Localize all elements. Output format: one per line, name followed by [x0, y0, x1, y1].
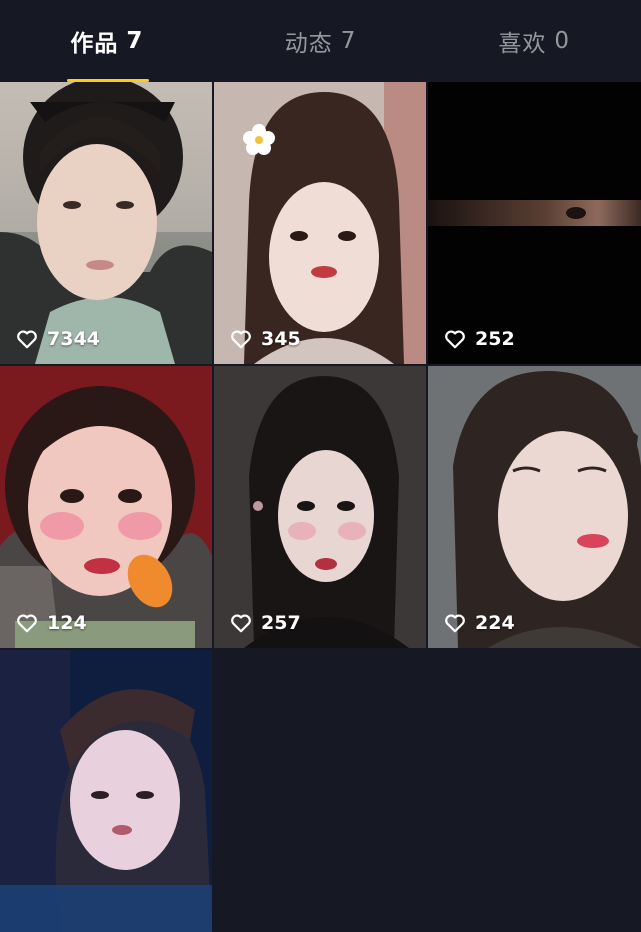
like-count-value: 224 — [475, 612, 515, 634]
tab-works-count: 7 — [126, 28, 144, 54]
video-thumbnail-image — [0, 82, 212, 364]
video-thumbnail[interactable]: 345 — [214, 82, 426, 364]
video-thumbnail[interactable]: 252 — [428, 82, 641, 364]
video-thumbnail[interactable]: 7344 — [0, 82, 212, 364]
heart-outline-icon — [445, 614, 465, 633]
like-count-value: 257 — [261, 612, 301, 634]
tab-moments-count: 7 — [340, 28, 357, 54]
video-thumbnail[interactable]: 124 — [0, 366, 212, 648]
profile-tabs: 作品 7 动态 7 喜欢 0 — [0, 0, 641, 82]
tab-works-label: 作品 — [70, 31, 119, 57]
heart-outline-icon — [17, 330, 37, 349]
like-count: 257 — [230, 612, 301, 634]
video-thumbnail-image — [214, 366, 426, 648]
heart-outline-icon — [17, 614, 37, 633]
like-count-value: 345 — [261, 328, 301, 350]
video-grid: 7344 345 252 124 257 224 — [0, 82, 641, 932]
video-thumbnail[interactable] — [0, 650, 212, 932]
video-thumbnail[interactable]: 224 — [428, 366, 641, 648]
like-count: 252 — [444, 328, 515, 350]
heart-outline-icon — [445, 330, 465, 349]
heart-outline-icon — [231, 614, 251, 633]
video-thumbnail-image — [0, 366, 212, 648]
tab-likes-label: 喜欢 — [498, 31, 547, 57]
video-thumbnail-image — [428, 82, 641, 364]
video-thumbnail-image — [0, 650, 212, 932]
like-count-value: 124 — [47, 612, 87, 634]
like-count: 124 — [16, 612, 87, 634]
like-count-value: 252 — [475, 328, 515, 350]
heart-outline-icon — [231, 330, 251, 349]
tab-likes[interactable]: 喜欢 0 — [427, 0, 641, 82]
like-count: 345 — [230, 328, 301, 350]
video-thumbnail-image — [428, 366, 641, 648]
tab-likes-count: 0 — [554, 28, 570, 54]
like-count: 224 — [444, 612, 515, 634]
video-thumbnail[interactable]: 257 — [214, 366, 426, 648]
tab-moments-label: 动态 — [284, 31, 333, 57]
tab-moments[interactable]: 动态 7 — [214, 0, 428, 82]
tab-works[interactable]: 作品 7 — [0, 0, 214, 82]
like-count: 7344 — [16, 328, 100, 350]
like-count-value: 7344 — [47, 328, 100, 350]
video-thumbnail-image — [214, 82, 426, 364]
